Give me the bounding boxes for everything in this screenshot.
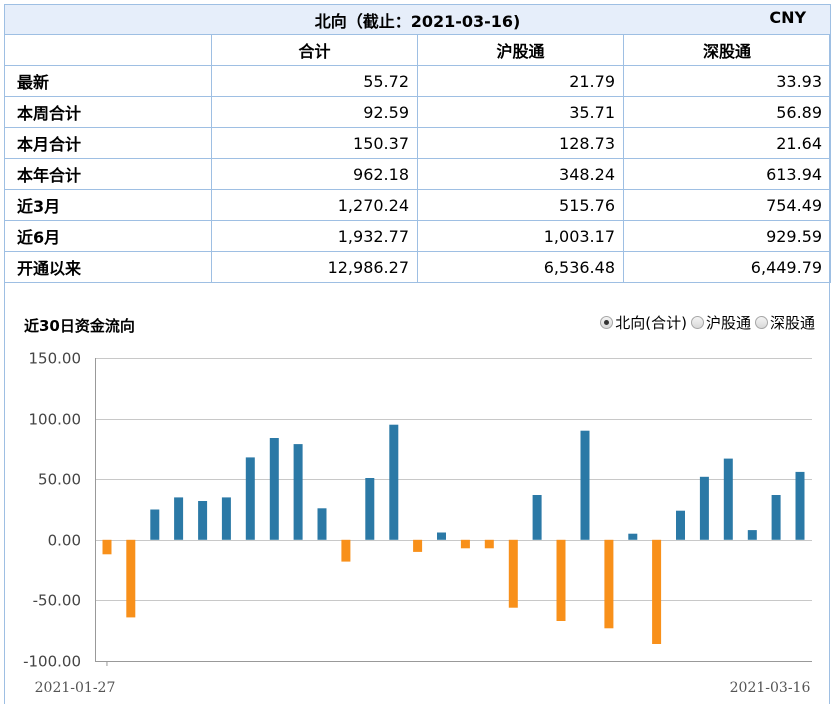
row-label: 开通以来 [4,251,212,283]
legend-option-total[interactable]: 北向(合计) [600,312,687,333]
header-cell [4,34,212,66]
table-title: 北向（截止：2021-03-16) [314,11,521,31]
bar-inflow [437,532,446,540]
cell-value: 92.59 [211,96,418,128]
y-tick-label: 0.00 [48,532,81,550]
table-row: 近3月 1,270.24 515.76 754.49 [4,189,832,221]
bar-inflow [676,510,685,540]
table-row: 本年合计 962.18 348.24 613.94 [4,158,832,190]
cell-value: 6,449.79 [622,251,832,283]
row-label: 最新 [4,65,212,97]
cell-value: 1,003.17 [417,220,624,252]
bar-inflow [174,497,184,540]
bar-outflow [413,539,423,552]
bar-outflow [341,539,351,562]
bar-inflow [389,424,399,540]
bar-inflow [245,457,255,540]
cell-value: 21.79 [417,65,624,97]
radio-icon[interactable] [754,316,768,329]
currency-label: CNY [769,7,807,27]
cell-value: 21.64 [622,127,832,159]
legend-label: 北向(合计) [615,314,687,332]
cell-value: 962.18 [211,158,418,190]
bar-outflow [508,539,518,608]
header-cell-sz: 深股通 [622,34,832,66]
cell-value: 348.24 [417,158,624,190]
cell-value: 754.49 [622,189,832,221]
cell-value: 613.94 [622,158,832,190]
bar-inflow [532,495,542,540]
legend-option-sz[interactable]: 深股通 [754,312,815,333]
cell-value: 150.37 [211,127,418,159]
cell-value: 128.73 [417,127,624,159]
y-tick-label: 150.00 [29,350,82,368]
bar-outflow [652,539,662,644]
northbound-flow-table: 北向（截止：2021-03-16) CNY 合计 沪股通 深股通 最新 55.7… [3,4,832,283]
cell-value: 12,986.27 [211,251,418,283]
table-row: 本月合计 150.37 128.73 21.64 [4,127,832,159]
legend-label: 沪股通 [705,314,751,332]
legend-option-sh[interactable]: 沪股通 [690,312,751,333]
bar-inflow [365,478,375,540]
bar-outflow [484,539,494,549]
table-row: 本周合计 92.59 35.71 56.89 [4,96,832,128]
legend-label: 深股通 [769,314,815,332]
flow-bar-chart: 150.00 100.00 50.00 0.00 -50.00 -100.00 2021-0… [23,350,812,696]
bar-inflow [699,476,709,540]
radio-selected-icon[interactable] [600,316,614,329]
bar-inflow [723,458,733,540]
table-row: 近6月 1,932.77 1,003.17 929.59 [4,220,832,252]
y-tick-label: 100.00 [29,411,82,429]
bar-outflow [126,539,136,618]
bar-inflow [150,509,160,540]
bar-inflow [221,497,231,540]
cell-value: 6,536.48 [417,251,624,283]
row-label: 近3月 [4,189,212,221]
cell-value: 515.76 [417,189,624,221]
x-tick-label-first: 2021-01-27 [35,680,116,696]
x-tick-label-last: 2021-03-16 [730,680,811,696]
bar-outflow [556,539,566,621]
table-row: 开通以来 12,986.27 6,536.48 6,449.79 [4,251,832,283]
bar-inflow [198,501,208,540]
bar-outflow [102,539,112,555]
bar-inflow [269,438,279,540]
cell-value: 1,270.24 [211,189,418,221]
table-header-row: 合计 沪股通 深股通 [4,34,832,66]
y-tick-label: -100.00 [23,653,81,671]
series-selector: 北向(合计) 沪股通 深股通 [600,312,815,333]
table-title-row: 北向（截止：2021-03-16) CNY [3,4,832,35]
row-label: 本周合计 [4,96,212,128]
bar-inflow [317,508,327,540]
row-label: 本月合计 [4,127,212,159]
cell-value: 33.93 [622,65,832,97]
cell-value: 929.59 [622,220,832,252]
cell-value: 56.89 [622,96,832,128]
cell-value: 1,932.77 [211,220,418,252]
bar-inflow [580,430,590,540]
radio-icon[interactable] [690,316,704,329]
bar-inflow [747,530,757,540]
row-label: 近6月 [4,220,212,252]
table-row: 最新 55.72 21.79 33.93 [4,65,832,97]
bar-outflow [460,539,470,549]
bar-inflow [795,471,805,540]
bar-inflow [293,444,303,540]
cell-value: 55.72 [211,65,418,97]
bar-outflow [604,539,614,629]
row-label: 本年合计 [4,158,212,190]
header-cell-total: 合计 [211,34,418,66]
y-tick-label: -50.00 [33,592,81,610]
header-cell-sh: 沪股通 [417,34,624,66]
bar-inflow [771,495,781,540]
cell-value: 35.71 [417,96,624,128]
y-tick-label: 50.00 [38,471,81,489]
bar-inflow [628,533,638,540]
chart-title: 近30日资金流向 [24,317,135,335]
